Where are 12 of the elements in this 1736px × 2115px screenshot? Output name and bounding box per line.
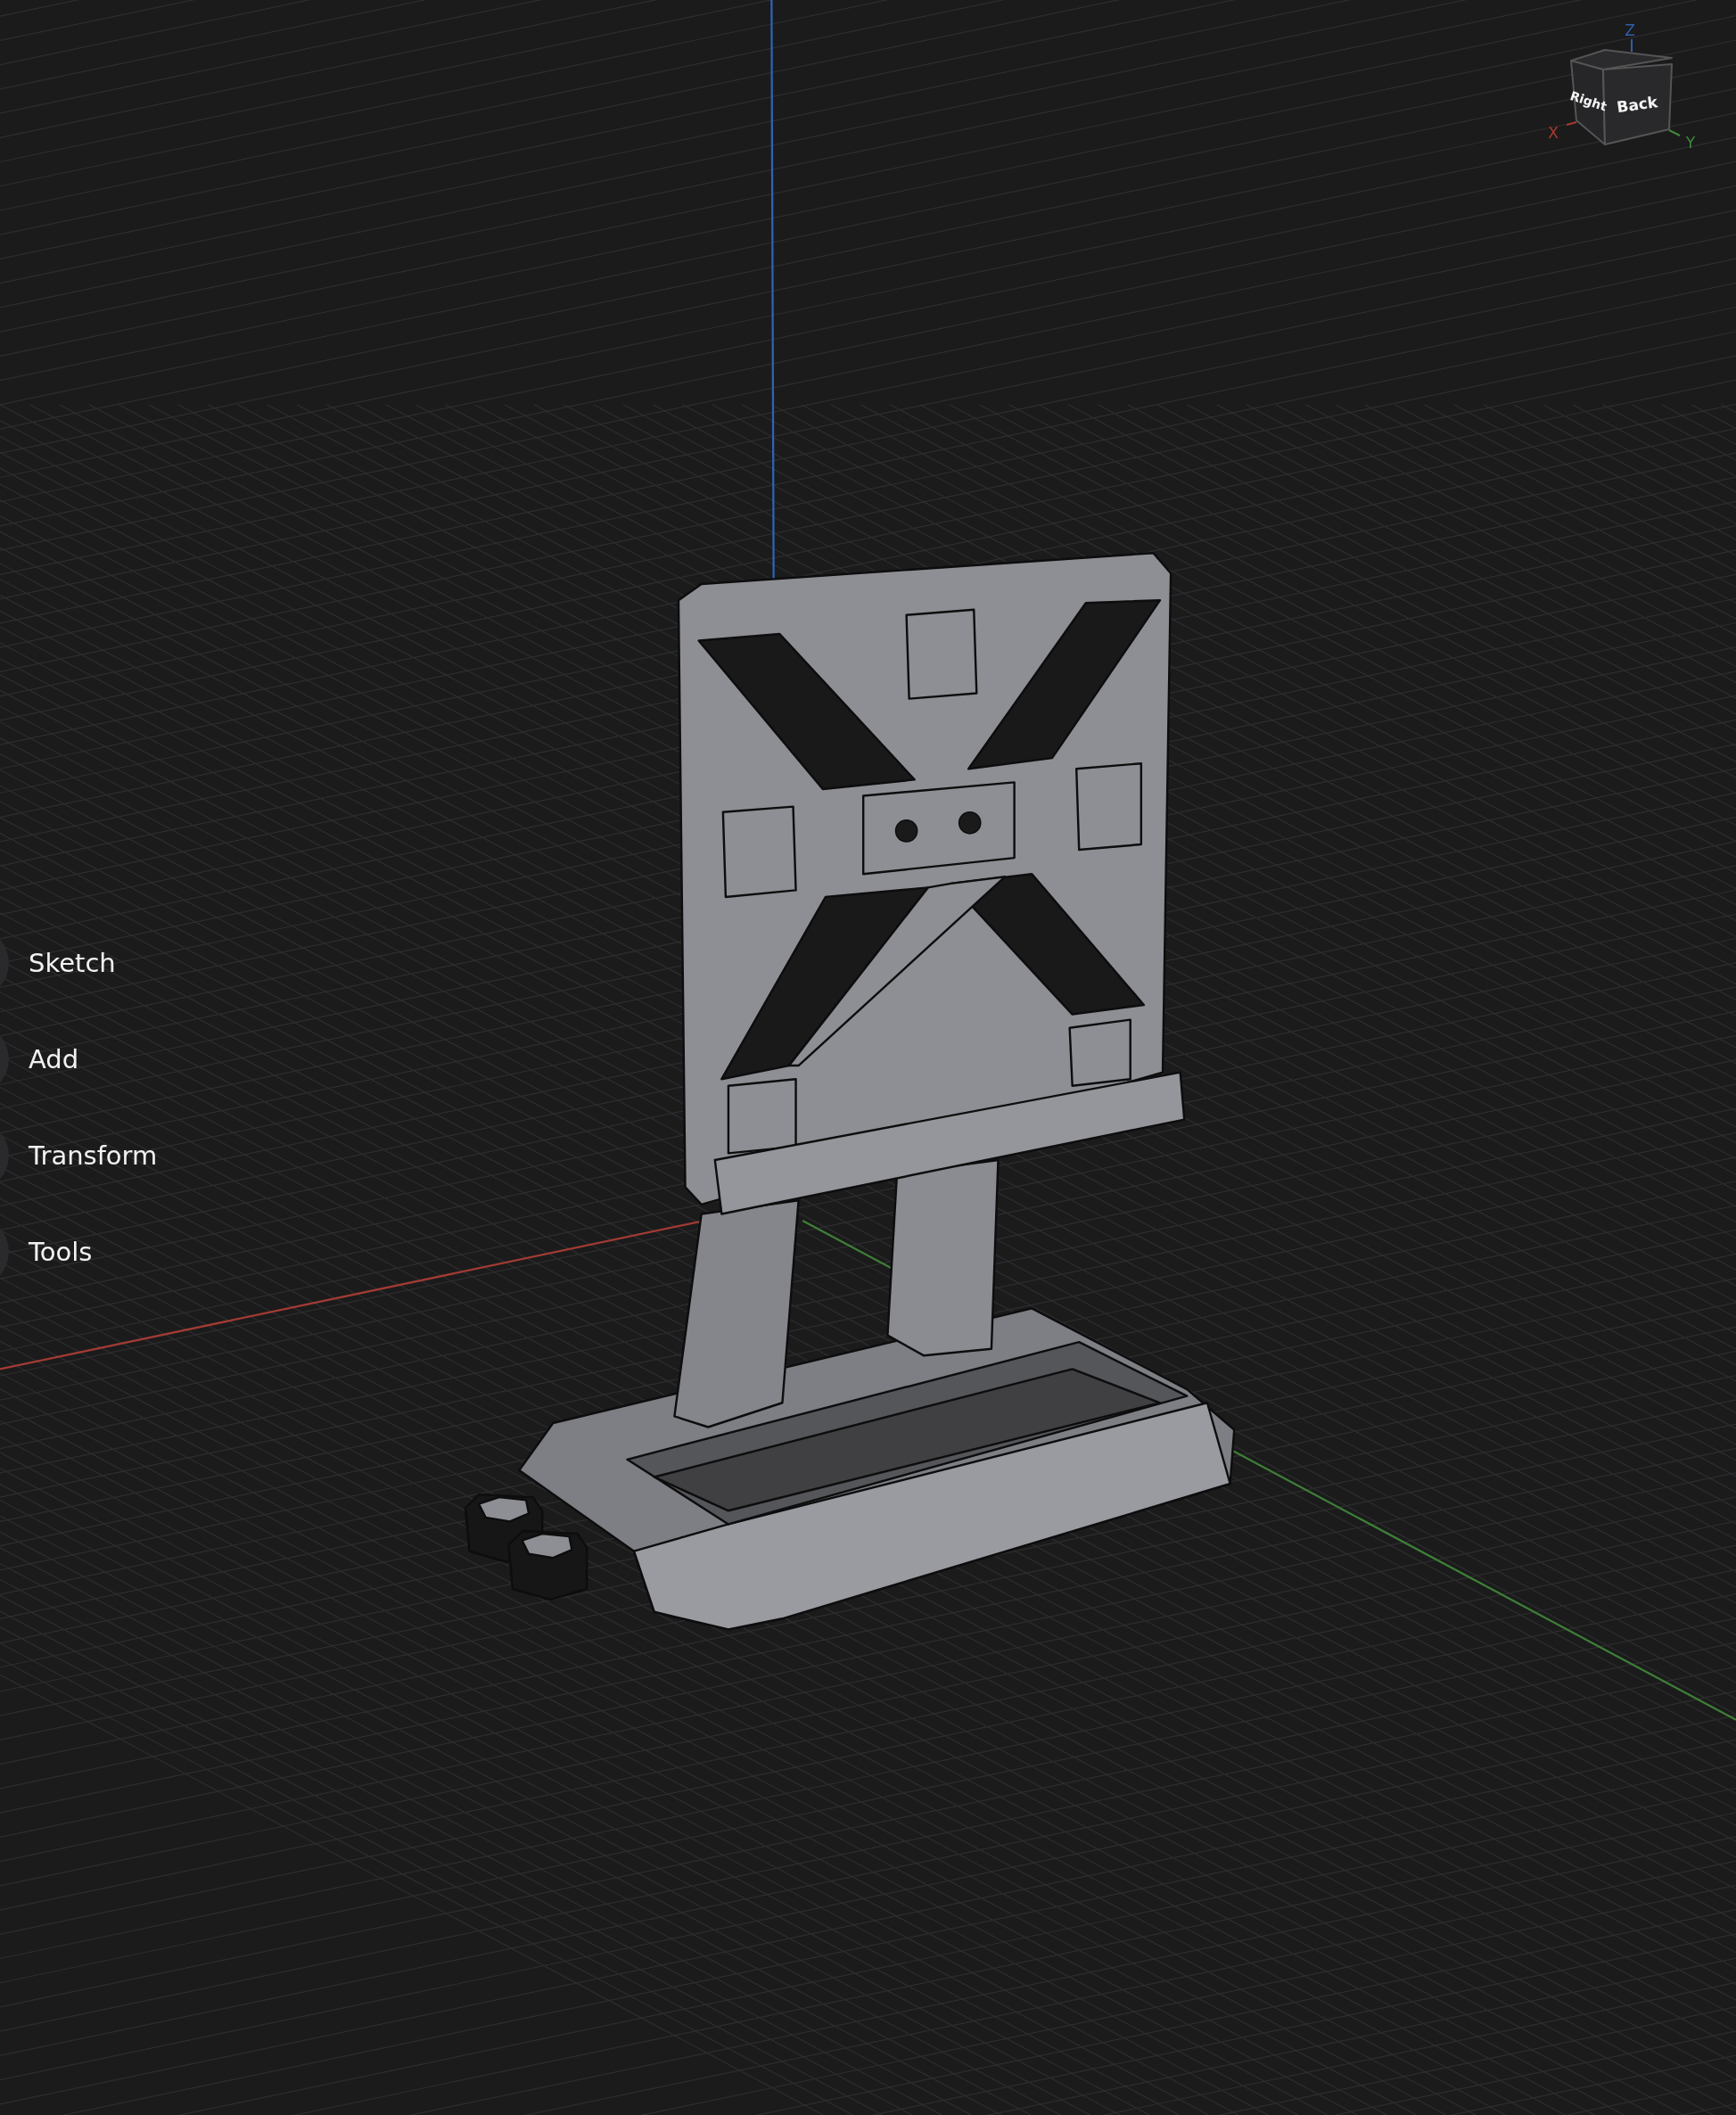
cube-face-label[interactable]: Back bbox=[1616, 92, 1659, 117]
axis-tick bbox=[1566, 121, 1577, 126]
menu-item[interactable]: Add bbox=[0, 1024, 158, 1095]
axis-label: X bbox=[1548, 124, 1559, 142]
menu-item[interactable]: Sketch bbox=[0, 927, 158, 999]
axis-tick bbox=[1668, 129, 1681, 136]
axis-tick bbox=[1631, 38, 1633, 53]
axis-label: Y bbox=[1685, 134, 1696, 152]
menu-item[interactable]: Transform bbox=[0, 1120, 158, 1191]
menu-item[interactable]: Tools bbox=[0, 1216, 158, 1288]
cube-face-label[interactable]: Right bbox=[1567, 88, 1609, 114]
axis-label: Z bbox=[1625, 21, 1635, 39]
